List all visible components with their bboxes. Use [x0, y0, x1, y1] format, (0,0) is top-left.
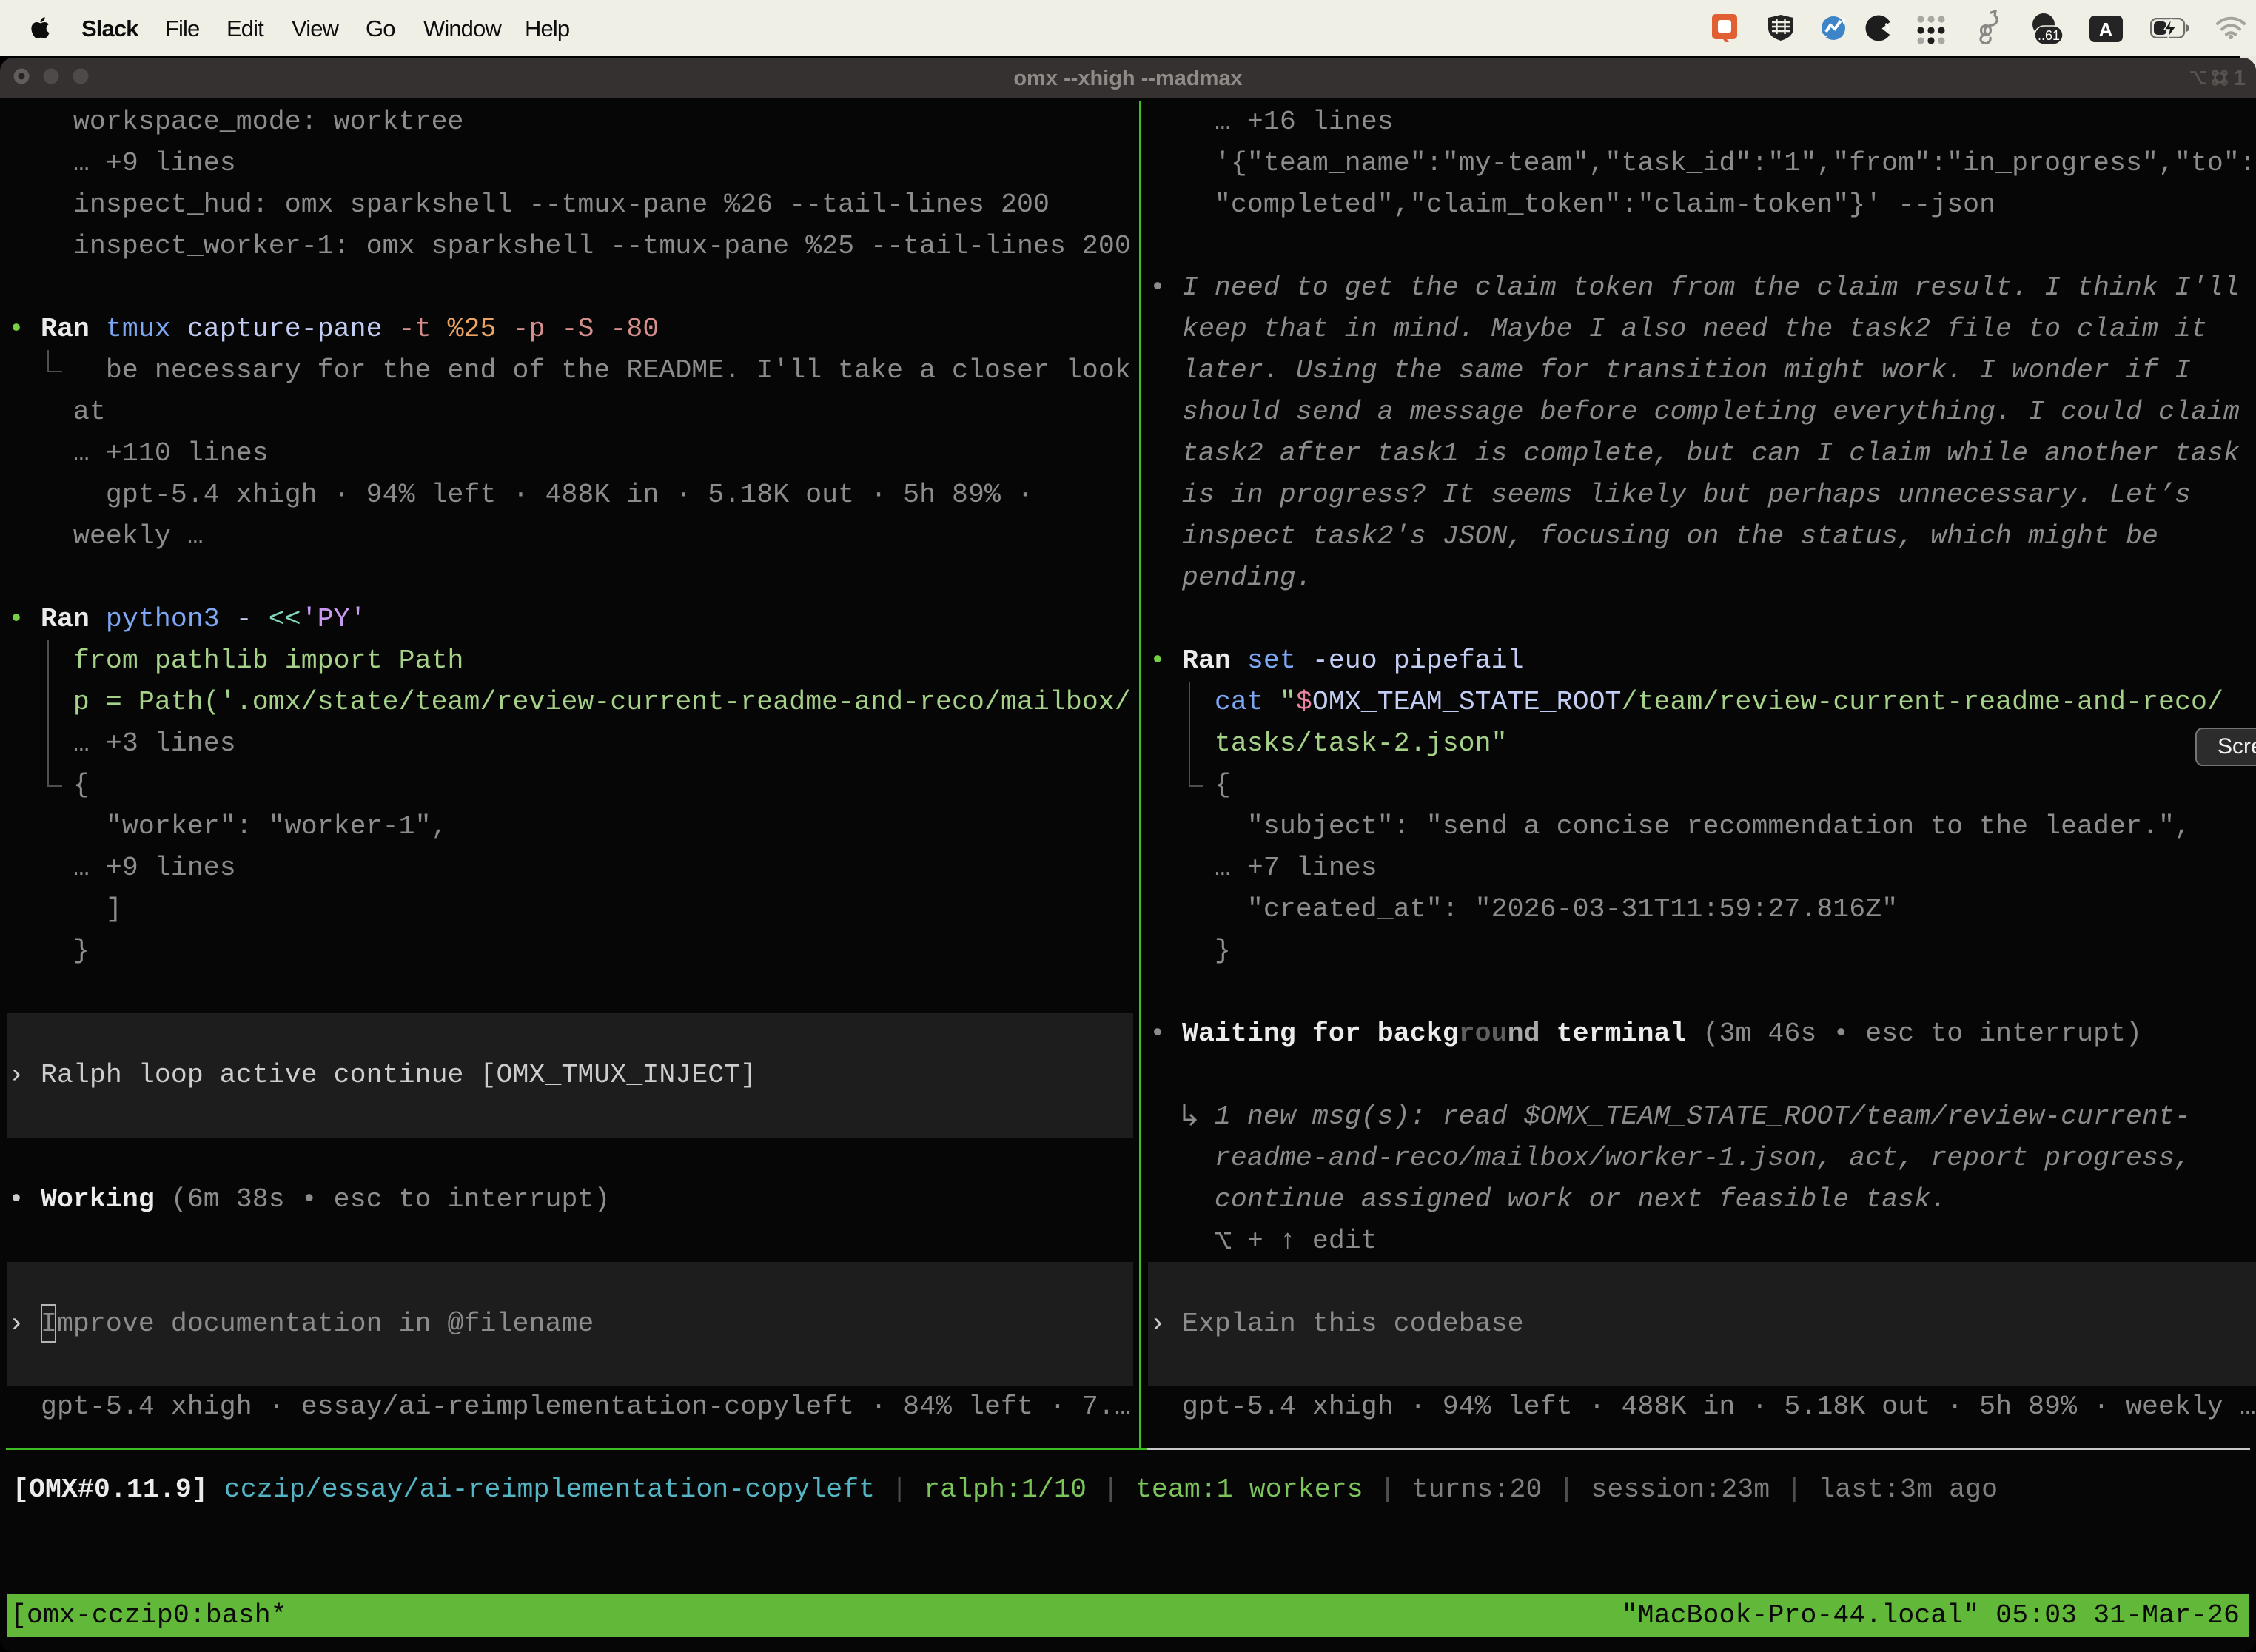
- svg-text:..61: ..61: [2038, 28, 2060, 43]
- svg-text:A: A: [2099, 19, 2113, 41]
